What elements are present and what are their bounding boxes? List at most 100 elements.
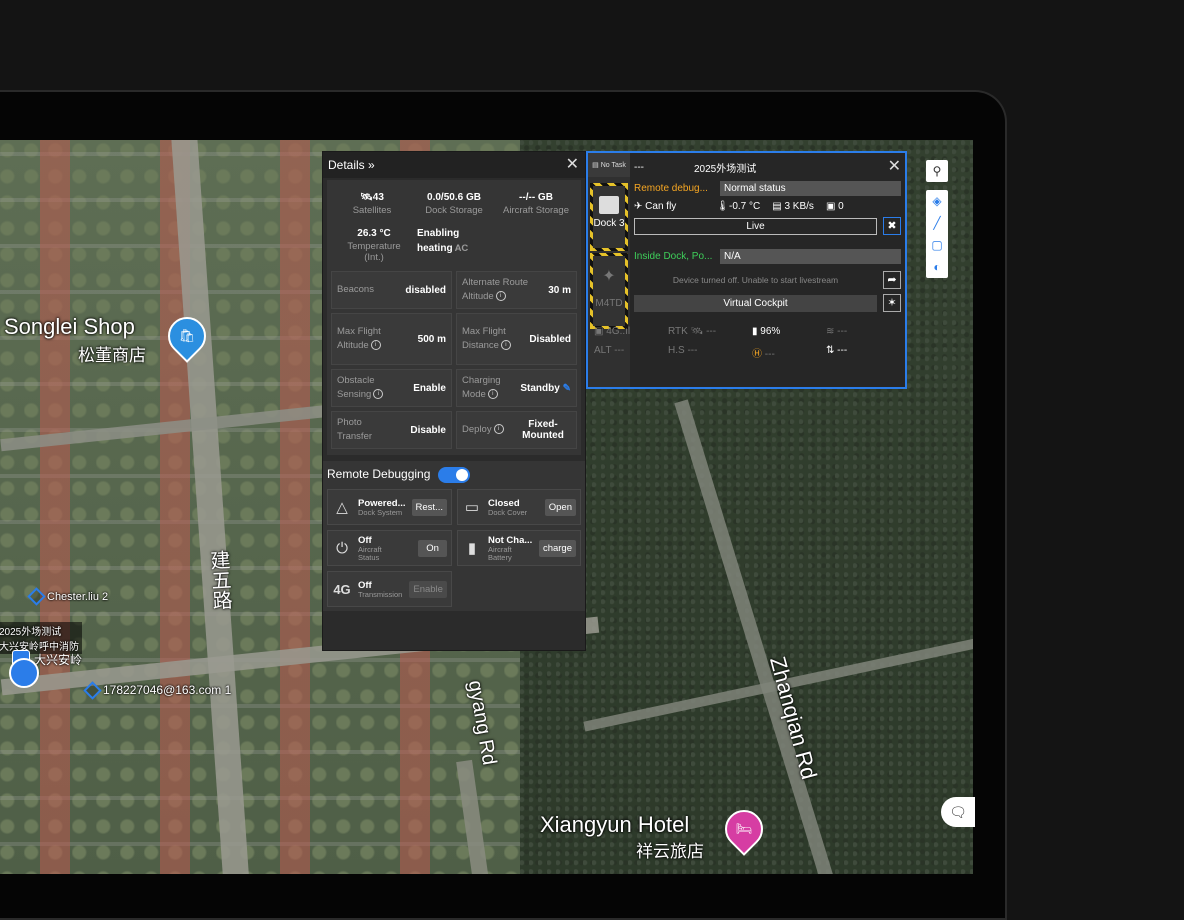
drone-icon: ✈ [634, 201, 643, 212]
dock-icon [599, 196, 619, 214]
dock-dash: --- [634, 161, 644, 173]
shopping-bag-icon: 🛍 [178, 328, 196, 343]
poi-email-label: 178227046@163.com 1 [103, 683, 232, 697]
can-fly-indicator: ✈ Can fly [634, 201, 677, 212]
stat-ac: Enabling heating AC [417, 228, 469, 254]
remote-debug-status: Remote debug... [634, 183, 708, 194]
dock-label: Dock 3 [593, 218, 625, 229]
settings-grid: Beacons disabled Alternate Route Altitud… [331, 271, 577, 449]
setting-obstacle-sensing[interactable]: Obstacle Sensing i Enable [331, 369, 452, 407]
power-icon: ⏻ [336, 539, 348, 557]
network-rate: ▤ 3 KB/s [772, 201, 814, 212]
line-tool-icon[interactable]: ╱ [933, 212, 940, 234]
hotel-label-en: Xiangyun Hotel [540, 812, 690, 837]
circle-tool-icon[interactable]: ◐ [933, 256, 940, 278]
search-tool[interactable]: ⚲ [926, 160, 948, 182]
vs-indicator: ⇅ --- [826, 345, 848, 356]
details-close-icon[interactable]: ✕ [566, 157, 579, 173]
vertical-speed-icon: ⇅ [826, 345, 835, 356]
rtk-indicator: RTK 🛰 --- [668, 326, 717, 337]
info-icon[interactable]: i [493, 424, 504, 435]
details-stats: 🛰43 Satellites 0.0/50.6 GB Dock Storage … [327, 180, 581, 455]
dock-main: --- 2025外场测试 ✕ Remote debug... Normal st… [594, 153, 901, 360]
stat-dock-storage: 0.0/50.6 GB Dock Storage [425, 192, 483, 216]
signal-indicator: ▣ 4G..ıl [594, 326, 631, 337]
shop-label-en: Songlei Shop [4, 314, 135, 339]
dock-tile[interactable]: Dock 3 [590, 183, 628, 251]
camera-icon: ▣ [594, 326, 604, 337]
expand-icon[interactable]: » [368, 158, 375, 172]
debug-aircraft-status: ⏻ Off Aircraft Status On [327, 530, 452, 566]
info-icon[interactable]: i [370, 340, 381, 351]
battery-icon: ▮ [752, 326, 758, 337]
dock-site-name: 2025外场测试 [694, 163, 757, 175]
aircraft-status-field: N/A [720, 249, 901, 264]
thermometer-icon: 🌡 [716, 201, 729, 212]
remote-debugging-section: Remote Debugging △ Powered... Dock System… [323, 461, 585, 611]
stat-aircraft-storage: --/-- GB Aircraft Storage [503, 192, 569, 216]
poi-email[interactable]: 178227046@163.com 1 [83, 680, 232, 700]
hotel-label-zh: 祥云旅店 [636, 842, 704, 861]
setting-beacons[interactable]: Beacons disabled [331, 271, 452, 309]
drone-control-icon[interactable]: ✖ [883, 217, 901, 235]
waypoint-icon [83, 680, 102, 700]
propeller-icon[interactable]: ✶ [883, 294, 901, 312]
alt-indicator: ALT --- [594, 345, 625, 356]
wind-indicator: ≋ --- [826, 326, 848, 337]
setting-max-altitude[interactable]: Max Flight Altitude i 500 m [331, 313, 452, 365]
no-task-badge: ▤ No Task [588, 153, 630, 177]
waypoint-icon [27, 587, 46, 606]
poi-site-line1: 2025外场测试 [0, 627, 62, 638]
virtual-cockpit-button[interactable]: Virtual Cockpit [634, 294, 877, 312]
remote-debugging-label: Remote Debugging [327, 467, 431, 482]
bed-icon: 🛏 [735, 821, 753, 836]
details-panel: Details » ✕ 🛰43 Satellites 0.0/50.6 GB D… [322, 151, 586, 651]
chat-icon[interactable]: 🗨 [941, 797, 975, 827]
edit-pencil-icon[interactable]: ✎ [563, 383, 571, 394]
satellite-icon: 🛰 [360, 192, 373, 203]
dock-map-marker[interactable] [9, 658, 39, 688]
live-button[interactable]: Live [634, 217, 877, 235]
dock-cover-icon: ▭ [464, 499, 480, 516]
share-icon[interactable]: ➦ [883, 271, 901, 289]
hs-indicator: H.S --- [668, 345, 698, 356]
battery-icon: ▮ [467, 540, 477, 557]
dock-system-icon: △ [336, 499, 348, 516]
stat-temperature: 26.3 °C Temperature (Int.) [347, 228, 401, 263]
setting-max-distance[interactable]: Max Flight Distance i Disabled [456, 313, 577, 365]
task-icon: ▤ [592, 162, 599, 169]
home-indicator: Ⓗ --- [752, 349, 775, 360]
road-label-jianwu: 建五路 [206, 549, 232, 611]
setting-deploy[interactable]: Deploy i Fixed-Mounted [456, 411, 577, 449]
dock-status-field: Normal status [720, 181, 901, 196]
aircraft-tile[interactable]: ✦ M4TD [590, 253, 628, 329]
debug-transmission: 4G Off Transmission Enable [327, 571, 452, 607]
dock-system-restart-button[interactable]: Rest... [411, 498, 447, 516]
remote-debugging-toggle[interactable] [437, 467, 470, 483]
poi-daxinganling-label: 大兴安岭 [34, 652, 83, 667]
polygon-tool-icon[interactable]: ▢ [931, 234, 942, 256]
info-icon[interactable]: i [487, 389, 498, 400]
debug-dock-system: △ Powered... Dock System Rest... [327, 489, 452, 525]
storage-count: ▣ 0 [825, 201, 844, 212]
dock-cover-open-button[interactable]: Open [544, 498, 576, 516]
info-icon[interactable]: i [500, 340, 511, 351]
dock-panel: ▤ No Task Dock 3 ✦ M4TD --- 2025外场测试 ✕ Re… [586, 151, 907, 389]
search-icon[interactable]: ⚲ [933, 160, 942, 182]
dock-close-icon[interactable]: ✕ [888, 159, 901, 175]
setting-charging-mode[interactable]: Charging Mode i Standby ✎ [456, 369, 577, 407]
aircraft-charge-button[interactable]: charge [538, 539, 576, 557]
info-icon[interactable]: i [495, 291, 506, 302]
poi-chester[interactable]: Chester.liu 2 [27, 587, 108, 606]
setting-alt-route-altitude[interactable]: Alternate Route Altitude i 30 m [456, 271, 577, 309]
pin-tool-icon[interactable]: ◈ [932, 190, 941, 212]
home-point-icon: Ⓗ [752, 349, 762, 360]
setting-photo-transfer[interactable]: Photo Transfer Disable [331, 411, 452, 449]
wind-icon: ≋ [826, 326, 835, 337]
aircraft-power-on-button[interactable]: On [418, 539, 447, 557]
transmission-enable-button[interactable]: Enable [409, 580, 447, 598]
livestream-message: Device turned off. Unable to start lives… [672, 275, 839, 285]
satellite-icon: 🛰 [690, 326, 704, 337]
stat-satellites: 🛰43 Satellites [352, 192, 392, 216]
info-icon[interactable]: i [373, 389, 384, 400]
